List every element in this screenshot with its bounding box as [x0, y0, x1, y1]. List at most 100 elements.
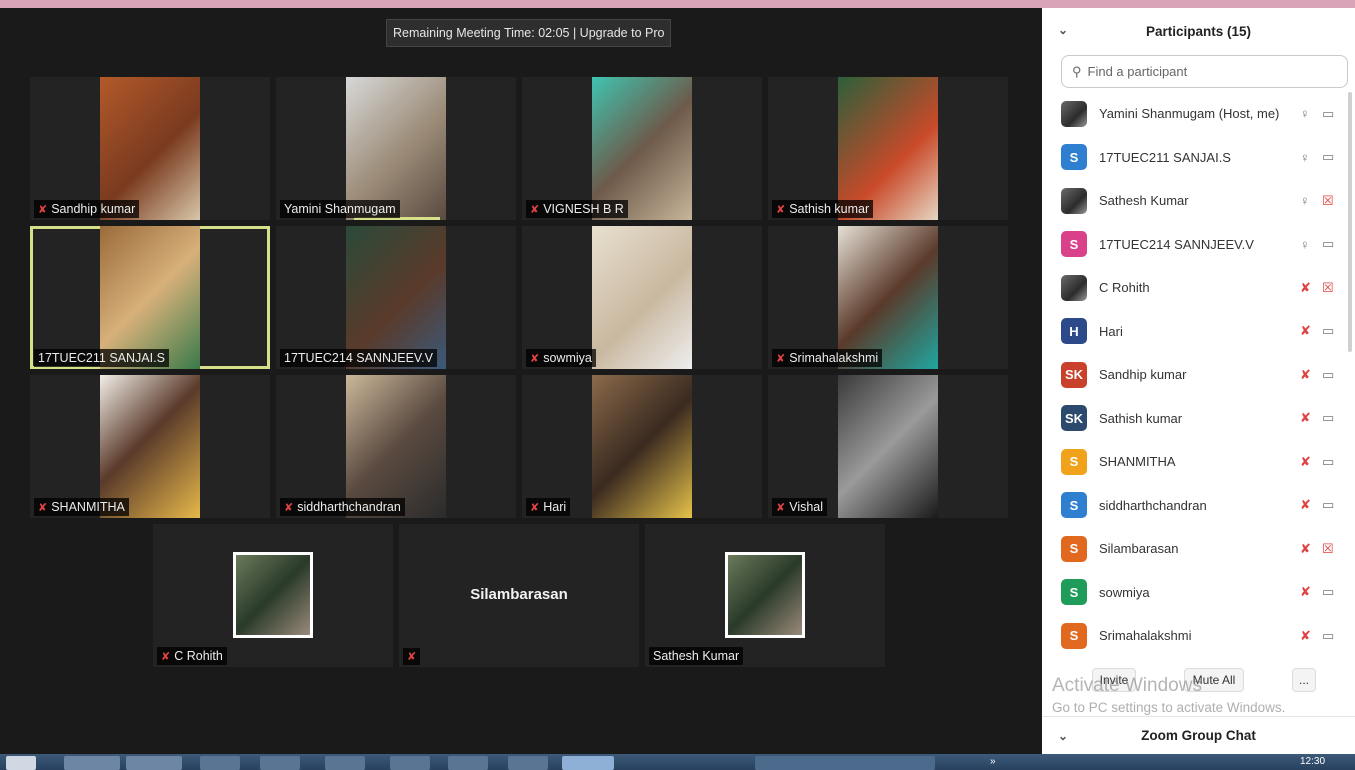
participant-row[interactable]: Ssiddharthchandran ✘ ▭	[1042, 484, 1355, 528]
avatar: S	[1061, 144, 1087, 171]
participant-row[interactable]: S 17TUEC211 SANJAI.S ♀ ▭	[1042, 136, 1355, 180]
participant-name-tag: Sathesh Kumar	[649, 647, 744, 665]
participant-name-tag: ✘ sowmiya	[526, 349, 596, 367]
video-tile[interactable]: Yamini Shanmugam	[276, 77, 516, 220]
taskbar-app-chrome[interactable]	[325, 756, 365, 770]
more-options-button[interactable]: ...	[1292, 668, 1316, 692]
participant-row[interactable]: SK Sandhip kumar ✘ ▭	[1042, 353, 1355, 397]
video-tile[interactable]: ✘ Sathish kumar	[768, 77, 1008, 220]
chevron-down-icon[interactable]: ⌄	[1058, 729, 1068, 743]
video-tile[interactable]: ✘ siddharthchandran	[276, 375, 516, 518]
participant-name-tag: ✘ C Rohith	[157, 647, 227, 665]
participant-name: Sathish kumar	[789, 202, 870, 216]
camera-icon[interactable]: ▭	[1322, 236, 1334, 252]
mic-muted-icon[interactable]: ✘	[1300, 497, 1311, 513]
microphone-icon[interactable]: ♀	[1300, 193, 1310, 208]
video-tile[interactable]: ✘ VIGNESH B R	[522, 77, 762, 220]
taskbar-app-office[interactable]	[448, 756, 488, 770]
participant-row[interactable]: S Silambarasan ✘ ☒	[1042, 527, 1355, 571]
camera-off-icon[interactable]: ☒	[1322, 193, 1334, 209]
taskbar-overflow-arrows[interactable]: »	[990, 756, 996, 767]
mic-muted-icon[interactable]: ✘	[1300, 280, 1311, 296]
participant-name: SHANMITHA	[51, 500, 125, 514]
participant-name: Sandhip kumar	[1099, 367, 1187, 383]
participant-row[interactable]: SK Sathish kumar ✘ ▭	[1042, 397, 1355, 441]
mic-muted-icon[interactable]: ✘	[1300, 584, 1311, 600]
video-tile[interactable]: ✘ sowmiya	[522, 226, 762, 369]
participant-video	[346, 226, 446, 369]
taskbar-app-settings[interactable]	[390, 756, 430, 770]
profile-picture	[725, 552, 805, 638]
mic-muted-icon: ✘	[530, 203, 540, 216]
participant-row[interactable]: Sathesh Kumar ♀ ☒	[1042, 179, 1355, 223]
zoom-group-chat-bar[interactable]: ⌄ Zoom Group Chat	[1042, 716, 1355, 754]
remaining-time-banner[interactable]: Remaining Meeting Time: 02:05 | Upgrade …	[386, 19, 672, 47]
video-tile[interactable]: ✘ Vishal	[768, 375, 1008, 518]
find-participant-input[interactable]: ⚲ Find a participant	[1061, 55, 1348, 88]
taskbar-app-window[interactable]	[755, 756, 935, 770]
video-tile[interactable]: ✘ Sandhip kumar	[30, 77, 270, 220]
mic-muted-icon[interactable]: ✘	[1300, 367, 1311, 383]
taskbar-app-zoom[interactable]	[562, 756, 614, 770]
camera-icon[interactable]: ▭	[1322, 628, 1334, 644]
video-tile[interactable]: ✘ Hari	[522, 375, 762, 518]
avatar: S	[1061, 535, 1087, 562]
camera-icon[interactable]: ▭	[1322, 584, 1334, 600]
participant-name: VIGNESH B R	[543, 202, 624, 216]
mic-muted-icon[interactable]: ✘	[1300, 454, 1311, 470]
camera-off-icon[interactable]: ☒	[1322, 280, 1334, 296]
participant-name-tag: ✘ Srimahalakshmi	[772, 349, 883, 367]
camera-icon[interactable]: ▭	[1322, 454, 1334, 470]
microphone-icon[interactable]: ♀	[1300, 106, 1310, 121]
video-tile[interactable]: ✘ C Rohith	[153, 524, 393, 667]
microphone-icon[interactable]: ♀	[1300, 237, 1310, 252]
mic-muted-icon[interactable]: ✘	[1300, 628, 1311, 644]
participant-name: Sathish kumar	[1099, 410, 1183, 426]
avatar: S	[1061, 579, 1087, 606]
avatar	[1061, 274, 1087, 301]
mic-muted-icon[interactable]: ✘	[1300, 541, 1311, 557]
participant-name-tag: 17TUEC211 SANJAI.S	[34, 349, 169, 367]
participants-panel: ⌄ Participants (15) ⚲ Find a participant…	[1042, 8, 1355, 754]
avatar: S	[1061, 448, 1087, 475]
camera-icon[interactable]: ▭	[1322, 367, 1334, 383]
camera-icon[interactable]: ▭	[1322, 323, 1334, 339]
participant-row[interactable]: C Rohith ✘ ☒	[1042, 266, 1355, 310]
camera-icon[interactable]: ▭	[1322, 410, 1334, 426]
video-tile[interactable]: Silambarasan ✘	[399, 524, 639, 667]
participant-row[interactable]: H Hari ✘ ▭	[1042, 310, 1355, 354]
camera-off-icon[interactable]: ☒	[1322, 541, 1334, 557]
participant-name: siddharthchandran	[1099, 497, 1207, 513]
video-tile[interactable]: ✘ SHANMITHA	[30, 375, 270, 518]
video-tile[interactable]: Sathesh Kumar	[645, 524, 885, 667]
taskbar-app-store[interactable]	[508, 756, 548, 770]
participant-name: Yamini Shanmugam (Host, me)	[1099, 106, 1280, 122]
camera-icon[interactable]: ▭	[1322, 106, 1334, 122]
participant-row[interactable]: S SHANMITHA ✘ ▭	[1042, 440, 1355, 484]
mic-muted-icon[interactable]: ✘	[1300, 323, 1311, 339]
avatar: SK	[1061, 361, 1087, 388]
participant-list-scrollbar[interactable]	[1348, 92, 1352, 352]
video-tile[interactable]: 17TUEC211 SANJAI.S	[30, 226, 270, 369]
taskbar-app-browser[interactable]	[126, 756, 182, 770]
camera-icon[interactable]: ▭	[1322, 497, 1334, 513]
taskbar-app-tools[interactable]	[260, 756, 300, 770]
participant-row[interactable]: S 17TUEC214 SANNJEEV.V ♀ ▭	[1042, 223, 1355, 267]
participant-row[interactable]: Ssowmiya ✘ ▭	[1042, 571, 1355, 615]
microphone-icon[interactable]: ♀	[1300, 150, 1310, 165]
taskbar-app-media[interactable]	[200, 756, 240, 770]
mic-muted-icon[interactable]: ✘	[1300, 410, 1311, 426]
video-tile[interactable]: 17TUEC214 SANNJEEV.V	[276, 226, 516, 369]
participant-row[interactable]: S Srimahalakshmi ✘ ▭	[1042, 614, 1355, 658]
participant-row[interactable]: Yamini Shanmugam (Host, me) ♀ ▭	[1042, 92, 1355, 136]
taskbar-app-explorer[interactable]	[64, 756, 120, 770]
collapse-chevron-icon[interactable]: ⌄	[1058, 23, 1068, 37]
participant-name: Sathesh Kumar	[1099, 193, 1189, 209]
search-placeholder: Find a participant	[1087, 64, 1188, 79]
participant-list: Yamini Shanmugam (Host, me) ♀ ▭ S 17TUEC211 …	[1042, 92, 1355, 658]
participant-name: 17TUEC214 SANNJEEV.V	[284, 351, 433, 365]
start-button[interactable]	[6, 756, 36, 770]
video-tile[interactable]: ✘ Srimahalakshmi	[768, 226, 1008, 369]
camera-icon[interactable]: ▭	[1322, 149, 1334, 165]
participant-video	[592, 77, 692, 220]
